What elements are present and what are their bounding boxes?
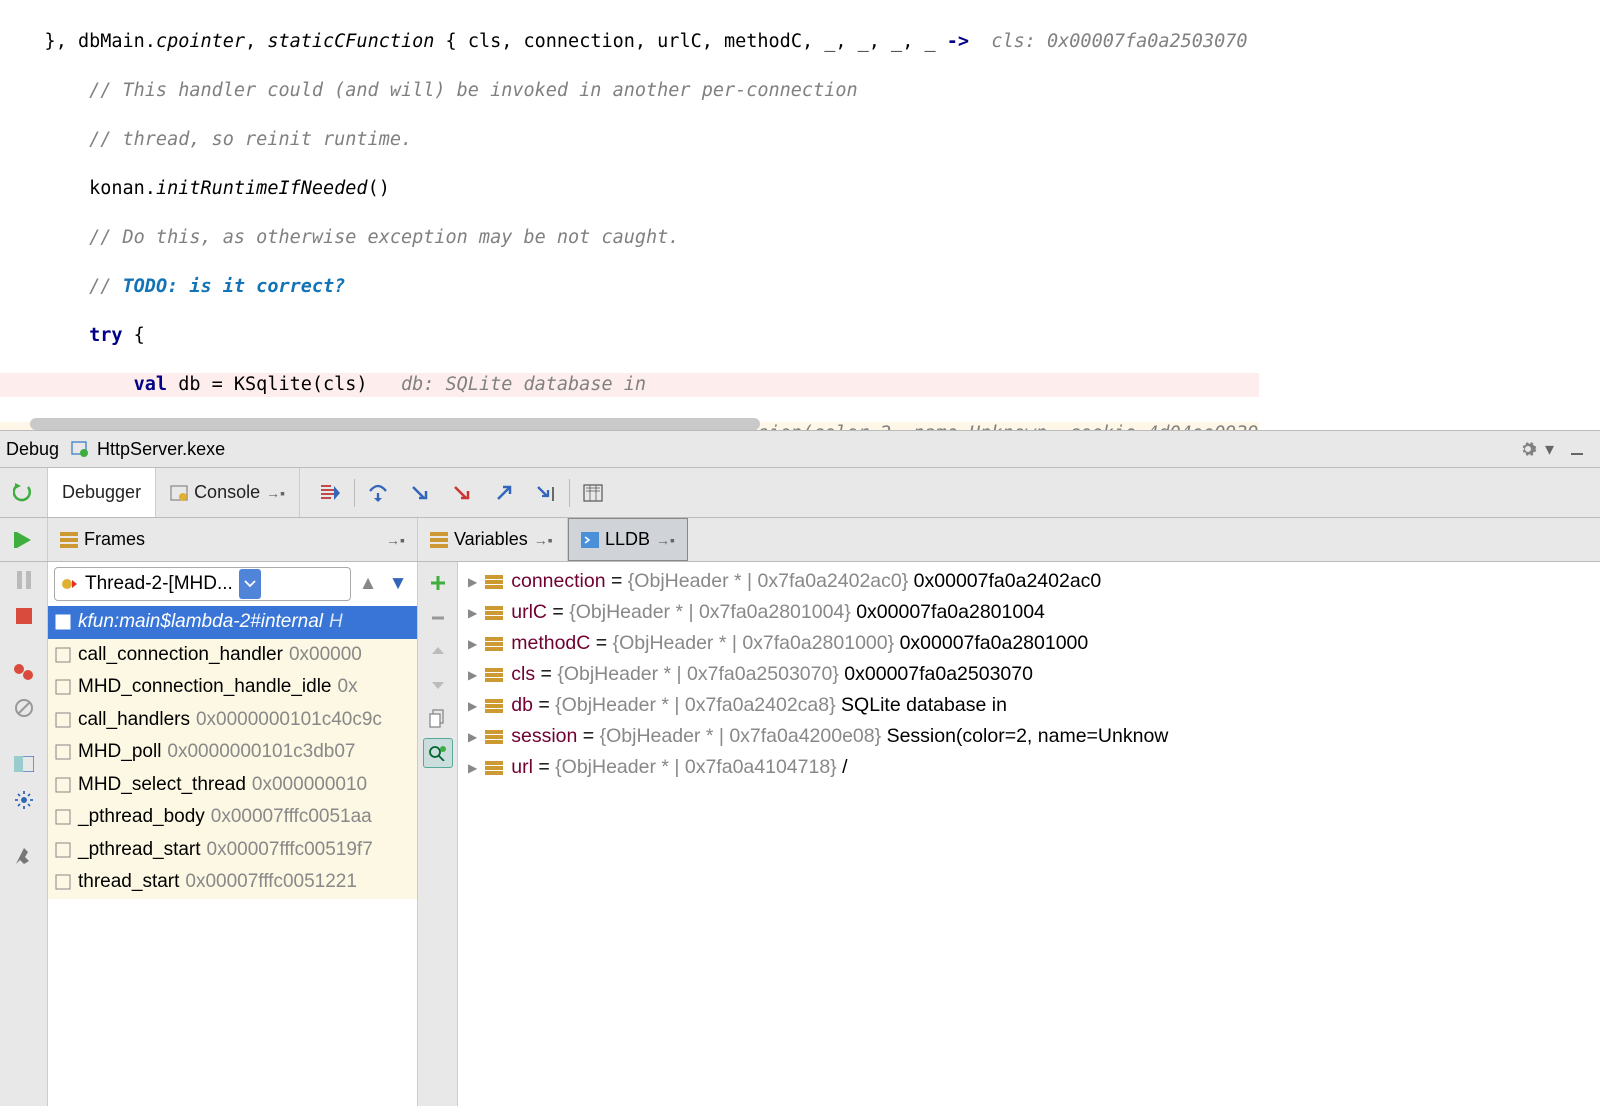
- variable-icon: [485, 575, 503, 589]
- frame-row[interactable]: MHD_poll 0x0000000101c3db07: [48, 736, 417, 769]
- variable-row[interactable]: ▶db = {ObjHeader * | 0x7fa0a2402ca8} SQL…: [458, 690, 1600, 721]
- step-over-icon[interactable]: [357, 478, 399, 508]
- variable-row[interactable]: ▶methodC = {ObjHeader * | 0x7fa0a2801000…: [458, 628, 1600, 659]
- frame-row[interactable]: kfun:main$lambda-2#internal H: [48, 606, 417, 639]
- code-line: konan.initRuntimeIfNeeded(): [0, 177, 1259, 202]
- dropdown-icon[interactable]: [239, 569, 261, 599]
- frame-row[interactable]: _pthread_body 0x00007fffc0051aa: [48, 801, 417, 834]
- debug-title: Debug: [6, 439, 59, 460]
- pause-icon[interactable]: [12, 568, 36, 592]
- resume-icon[interactable]: [12, 528, 36, 552]
- show-execution-point-icon[interactable]: [310, 478, 352, 508]
- step-into-icon[interactable]: [399, 478, 441, 508]
- code-line: try {: [0, 324, 1259, 349]
- thread-selector[interactable]: Thread-2-[MHD...: [54, 567, 351, 601]
- view-breakpoints-icon[interactable]: [12, 660, 36, 684]
- rerun-icon[interactable]: [12, 481, 36, 505]
- variable-row[interactable]: ▶url = {ObjHeader * | 0x7fa0a4104718} /: [458, 752, 1600, 783]
- frame-row[interactable]: MHD_connection_handle_idle 0x: [48, 671, 417, 704]
- layout-icon[interactable]: [12, 752, 36, 776]
- variable-row[interactable]: ▶urlC = {ObjHeader * | 0x7fa0a2801004} 0…: [458, 597, 1600, 628]
- evaluate-expression-icon[interactable]: [572, 478, 614, 508]
- frame-down-icon[interactable]: ▼: [385, 571, 411, 597]
- show-watches-icon[interactable]: [423, 738, 453, 768]
- frame-row[interactable]: MHD_select_thread 0x000000010: [48, 769, 417, 802]
- run-to-cursor-icon[interactable]: [525, 478, 567, 508]
- expand-icon[interactable]: ▶: [468, 575, 477, 589]
- debug-left-toolbar: [0, 562, 48, 1106]
- copy-icon[interactable]: [423, 704, 453, 734]
- pin-icon[interactable]: →▪: [386, 532, 405, 548]
- frame-row[interactable]: call_connection_handler 0x00000: [48, 639, 417, 672]
- code-editor[interactable]: }, dbMain.cpointer, staticCFunction { cl…: [0, 0, 1600, 430]
- code-comment: // thread, so reinit runtime.: [0, 129, 412, 150]
- frame-icon: [54, 613, 72, 631]
- horizontal-scrollbar[interactable]: [30, 418, 760, 430]
- frame-row[interactable]: call_handlers 0x0000000101c40c9c: [48, 704, 417, 737]
- lldb-icon: [581, 532, 599, 548]
- force-step-into-icon[interactable]: [441, 478, 483, 508]
- minimize-icon[interactable]: [1566, 438, 1588, 460]
- watch-up-icon[interactable]: [423, 636, 453, 666]
- step-out-icon[interactable]: [483, 478, 525, 508]
- mute-breakpoints-icon[interactable]: [12, 696, 36, 720]
- subtab-frames[interactable]: Frames →▪: [48, 518, 418, 561]
- add-watch-icon[interactable]: [423, 568, 453, 598]
- settings-icon[interactable]: [12, 788, 36, 812]
- remove-watch-icon[interactable]: [423, 602, 453, 632]
- variable-row[interactable]: ▶cls = {ObjHeader * | 0x7fa0a2503070} 0x…: [458, 659, 1600, 690]
- frames-list[interactable]: kfun:main$lambda-2#internal H call_conne…: [48, 606, 417, 1106]
- code-line: // TODO: is it correct?: [0, 275, 1259, 300]
- stop-icon[interactable]: [12, 604, 36, 628]
- watch-down-icon[interactable]: [423, 670, 453, 700]
- frame-row[interactable]: thread_start 0x00007fffc0051221: [48, 866, 417, 899]
- code-line-highlighted: val db = KSqlite(cls) db: SQLite databas…: [0, 373, 1259, 398]
- thread-icon: [61, 575, 79, 593]
- subtab-variables[interactable]: Variables →▪: [418, 518, 568, 561]
- variables-icon: [430, 532, 448, 548]
- variables-toolbar: [418, 562, 458, 1106]
- frame-up-icon[interactable]: ▲: [355, 571, 381, 597]
- gear-icon[interactable]: [1517, 438, 1539, 460]
- run-config-name: HttpServer.kexe: [97, 439, 225, 460]
- code-comment: // Do this, as otherwise exception may b…: [0, 227, 679, 248]
- frame-row[interactable]: _pthread_start 0x00007fffc00519f7: [48, 834, 417, 867]
- tab-debugger[interactable]: Debugger: [48, 468, 156, 517]
- frames-panel: Thread-2-[MHD... ▲ ▼ kfun:main$lambda-2#…: [48, 562, 418, 1106]
- pin-icon[interactable]: →▪: [656, 532, 675, 548]
- code-comment: // This handler could (and will) be invo…: [0, 80, 858, 101]
- debugger-sub-tabs: Frames →▪ Variables →▪ LLDB →▪: [0, 518, 1600, 562]
- console-icon: [170, 484, 188, 502]
- pin-icon[interactable]: →▪: [266, 485, 285, 501]
- code-line: }, dbMain.cpointer, staticCFunction { cl…: [0, 30, 1259, 55]
- run-config-icon: [69, 438, 91, 460]
- variable-row[interactable]: ▶connection = {ObjHeader * | 0x7fa0a2402…: [458, 566, 1600, 597]
- subtab-lldb[interactable]: LLDB →▪: [568, 518, 688, 561]
- frames-icon: [60, 532, 78, 548]
- variable-row[interactable]: ▶session = {ObjHeader * | 0x7fa0a4200e08…: [458, 721, 1600, 752]
- variables-panel[interactable]: ▶connection = {ObjHeader * | 0x7fa0a2402…: [458, 562, 1600, 1106]
- debug-panel-header: Debug HttpServer.kexe ▾: [0, 430, 1600, 468]
- pin-icon[interactable]: →▪: [534, 532, 553, 548]
- tab-console[interactable]: Console →▪: [156, 468, 300, 517]
- debugger-toolbar: Debugger Console →▪: [0, 468, 1600, 518]
- pin-tool-icon[interactable]: [12, 844, 36, 868]
